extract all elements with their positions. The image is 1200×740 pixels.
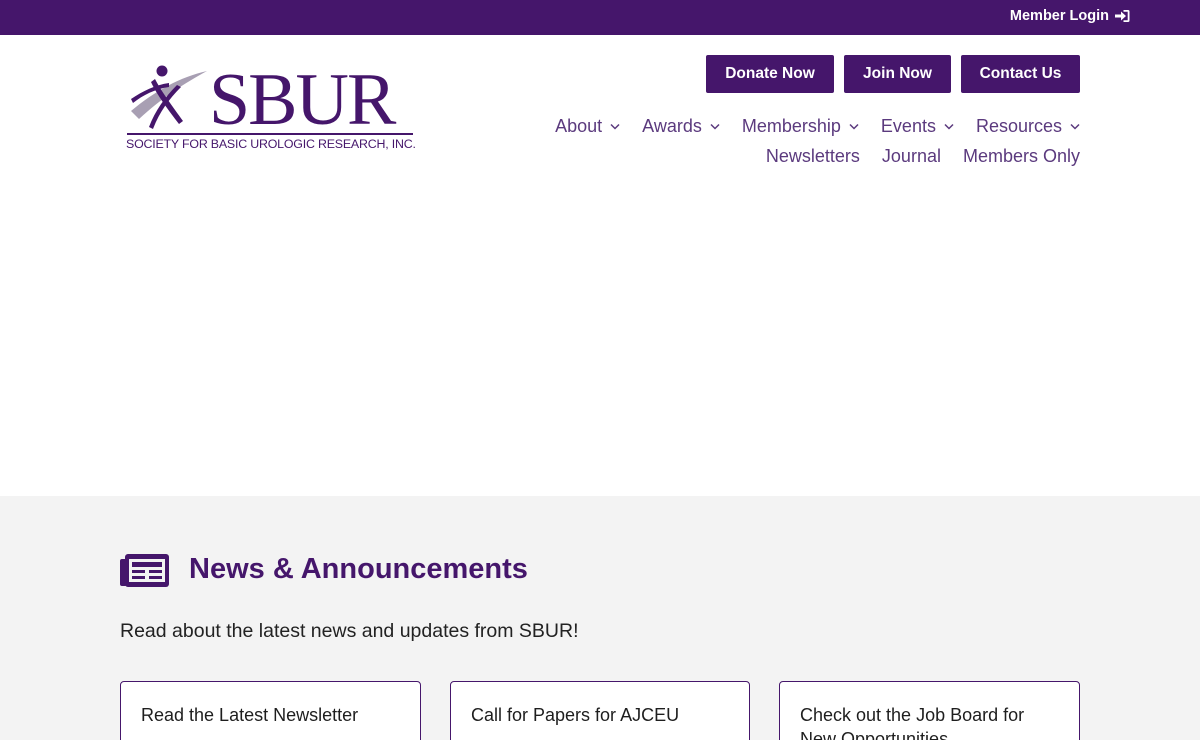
sign-in-icon: [1115, 10, 1130, 22]
news-heading: News & Announcements: [189, 553, 528, 585]
site-header: SBUR SOCIETY FOR BASIC UROLOGIC RESEARCH…: [0, 35, 1200, 195]
chevron-down-icon: [1070, 123, 1080, 130]
newspaper-icon: [120, 554, 169, 587]
member-login-label: Member Login: [1009, 8, 1109, 24]
news-subtitle: Read about the latest news and updates f…: [120, 620, 579, 642]
nav-label: Newsletters: [765, 146, 860, 166]
nav-item-newsletters[interactable]: Newsletters: [766, 146, 860, 167]
chevron-down-icon: [610, 123, 620, 130]
news-card-title: Check out the Job Board for New Opportun…: [800, 705, 1025, 740]
main-nav-secondary: Newsletters Journal Members Only: [766, 146, 1080, 167]
news-card-job-board[interactable]: Check out the Job Board for New Opportun…: [779, 681, 1080, 740]
chevron-down-icon: [710, 123, 720, 130]
nav-item-awards[interactable]: Awards: [642, 116, 720, 137]
sbur-logo[interactable]: SBUR SOCIETY FOR BASIC UROLOGIC RESEARCH…: [125, 63, 417, 158]
nav-label: Events: [880, 116, 936, 136]
nav-label: Members Only: [962, 146, 1080, 166]
nav-label: Resources: [975, 116, 1062, 136]
nav-label: Awards: [642, 116, 702, 136]
news-card-title: Call for Papers for AJCEU: [471, 705, 680, 725]
nav-label: Journal: [881, 146, 941, 166]
donate-now-button[interactable]: Donate Now: [706, 55, 834, 93]
news-section: News & Announcements Read about the late…: [0, 496, 1200, 740]
news-card-newsletter[interactable]: Read the Latest Newsletter: [120, 681, 421, 740]
member-login-link[interactable]: Member Login: [1010, 8, 1130, 24]
news-card-title: Read the Latest Newsletter: [141, 705, 359, 725]
hero-area: [0, 195, 1200, 496]
nav-item-members-only[interactable]: Members Only: [963, 146, 1080, 167]
contact-us-button[interactable]: Contact Us: [961, 55, 1080, 93]
join-now-button[interactable]: Join Now: [844, 55, 951, 93]
nav-item-about[interactable]: About: [555, 116, 620, 137]
nav-item-resources[interactable]: Resources: [976, 116, 1080, 137]
nav-label: About: [555, 116, 603, 136]
chevron-down-icon: [944, 123, 954, 130]
logo-rule: [127, 133, 413, 135]
top-bar: Member Login: [0, 0, 1200, 35]
news-card-call-for-papers[interactable]: Call for Papers for AJCEU: [450, 681, 750, 740]
logo-wordmark: SBUR: [209, 59, 396, 141]
main-nav-primary: About Awards Membership Events Resources: [555, 116, 1080, 137]
nav-item-events[interactable]: Events: [881, 116, 954, 137]
nav-item-journal[interactable]: Journal: [882, 146, 941, 167]
nav-label: Membership: [741, 116, 841, 136]
chevron-down-icon: [849, 123, 859, 130]
logo-tagline: SOCIETY FOR BASIC UROLOGIC RESEARCH, INC…: [126, 137, 416, 151]
nav-item-membership[interactable]: Membership: [742, 116, 859, 137]
